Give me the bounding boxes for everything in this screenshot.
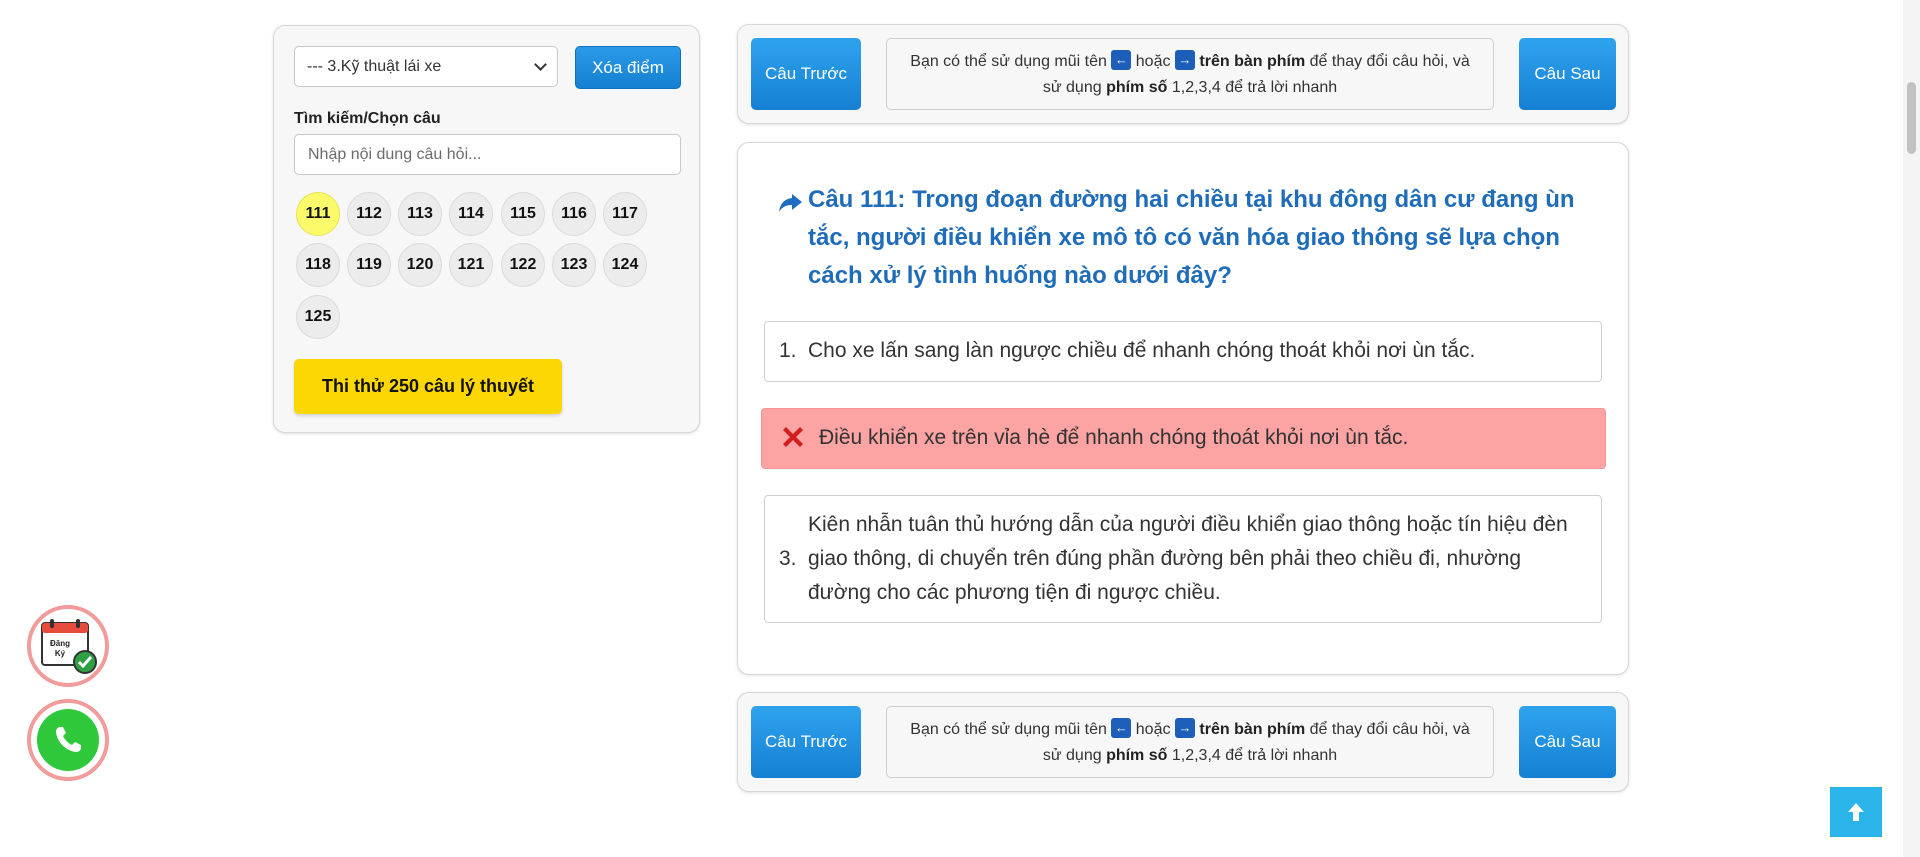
question-card: Câu 111: Trong đoạn đường hai chiều tại … bbox=[737, 142, 1629, 675]
page: --- 3.Kỹ thuật lái xe Xóa điểm Tìm kiếm/… bbox=[0, 0, 1920, 857]
question-number-123[interactable]: 123 bbox=[552, 243, 596, 287]
hint-text-1: Bạn có thể sử dụng mũi tên bbox=[910, 721, 1107, 738]
hint-text-2: để thay đổi câu hỏi, và bbox=[1309, 721, 1470, 738]
register-float-button[interactable]: Đăng Ký bbox=[27, 605, 109, 687]
question-number-114[interactable]: 114 bbox=[449, 192, 493, 236]
question-nav-top: Câu Trước Bạn có thể sử dụng mũi tên ← h… bbox=[737, 24, 1629, 124]
answer-text: Điều khiển xe trên vỉa hè để nhanh chóng… bbox=[819, 426, 1409, 449]
hint-or: hoặc bbox=[1135, 53, 1171, 70]
left-arrow-key-icon: ← bbox=[1111, 50, 1132, 71]
chevron-down-icon bbox=[534, 57, 547, 71]
right-arrow-key-icon: → bbox=[1174, 50, 1195, 71]
hint-text-2: để thay đổi câu hỏi, và bbox=[1309, 53, 1470, 70]
register-label: Đăng Ký bbox=[50, 639, 70, 658]
question-nav-bottom: Câu Trước Bạn có thể sử dụng mũi tên ← h… bbox=[737, 692, 1629, 792]
next-question-button[interactable]: Câu Sau bbox=[1519, 706, 1616, 778]
search-label: Tìm kiếm/Chọn câu bbox=[294, 110, 441, 127]
share-arrow-icon bbox=[779, 194, 802, 212]
hint-keyboard: trên bàn phím bbox=[1199, 721, 1306, 738]
answer-option-3[interactable]: 3. Kiên nhẫn tuân thủ hướng dẫn của ngườ… bbox=[764, 495, 1602, 623]
question-number-118[interactable]: 118 bbox=[296, 243, 340, 287]
page-scrollbar[interactable] bbox=[1903, 0, 1920, 857]
keyboard-hint: Bạn có thể sử dụng mũi tên ← hoặc → trên… bbox=[886, 706, 1494, 778]
phone-circle bbox=[37, 709, 99, 771]
clear-score-button[interactable]: Xóa điểm bbox=[575, 46, 681, 89]
question-number-111[interactable]: 111 bbox=[296, 192, 340, 236]
category-select-value: --- 3.Kỹ thuật lái xe bbox=[307, 57, 442, 75]
question-title: Câu 111: Trong đoạn đường hai chiều tại … bbox=[808, 186, 1575, 289]
answer-number: 3. bbox=[779, 547, 797, 570]
right-arrow-key-icon: → bbox=[1174, 718, 1195, 739]
answer-option-2-wrong[interactable]: Điều khiển xe trên vỉa hè để nhanh chóng… bbox=[761, 408, 1606, 469]
hint-numkeys: phím số bbox=[1106, 747, 1168, 764]
question-number-116[interactable]: 116 bbox=[552, 192, 596, 236]
arrow-up-icon bbox=[1848, 803, 1864, 821]
scrollbar-thumb[interactable] bbox=[1907, 82, 1916, 154]
question-number-112[interactable]: 112 bbox=[347, 192, 391, 236]
question-selector-panel: --- 3.Kỹ thuật lái xe Xóa điểm Tìm kiếm/… bbox=[273, 25, 700, 433]
question-number-117[interactable]: 117 bbox=[603, 192, 647, 236]
practice-test-button[interactable]: Thi thử 250 câu lý thuyết bbox=[294, 359, 562, 414]
hint-text-3: sử dụng bbox=[1042, 747, 1102, 764]
hint-text-1: Bạn có thể sử dụng mũi tên bbox=[910, 53, 1107, 70]
hint-numkeys: phím số bbox=[1106, 79, 1168, 96]
phone-icon bbox=[56, 727, 81, 752]
question-number-122[interactable]: 122 bbox=[501, 243, 545, 287]
category-select[interactable]: --- 3.Kỹ thuật lái xe bbox=[294, 46, 558, 87]
answer-option-1[interactable]: 1. Cho xe lấn sang làn ngược chiều để nh… bbox=[764, 321, 1602, 382]
hint-keyboard: trên bàn phím bbox=[1199, 53, 1306, 70]
search-input[interactable]: Nhập nội dung câu hỏi... bbox=[294, 134, 681, 175]
question-number-113[interactable]: 113 bbox=[398, 192, 442, 236]
answer-number: 1. bbox=[779, 339, 797, 362]
answer-text: Kiên nhẫn tuân thủ hướng dẫn của người đ… bbox=[808, 513, 1568, 604]
question-number-121[interactable]: 121 bbox=[449, 243, 493, 287]
question-number-115[interactable]: 115 bbox=[501, 192, 545, 236]
answer-text: Cho xe lấn sang làn ngược chiều để nhanh… bbox=[808, 339, 1476, 362]
question-number-120[interactable]: 120 bbox=[398, 243, 442, 287]
hint-or: hoặc bbox=[1135, 721, 1171, 738]
phone-float-button[interactable] bbox=[27, 699, 109, 781]
search-placeholder: Nhập nội dung câu hỏi... bbox=[308, 145, 482, 163]
next-question-button[interactable]: Câu Sau bbox=[1519, 38, 1616, 110]
hint-text-4: 1,2,3,4 để trả lời nhanh bbox=[1171, 747, 1338, 764]
question-number-119[interactable]: 119 bbox=[347, 243, 391, 287]
scroll-to-top-button[interactable] bbox=[1830, 787, 1882, 837]
previous-question-button[interactable]: Câu Trước bbox=[751, 706, 861, 778]
keyboard-hint: Bạn có thể sử dụng mũi tên ← hoặc → trên… bbox=[886, 38, 1494, 110]
hint-text-4: 1,2,3,4 để trả lời nhanh bbox=[1171, 79, 1338, 96]
question-number-124[interactable]: 124 bbox=[603, 243, 647, 287]
previous-question-button[interactable]: Câu Trước bbox=[751, 38, 861, 110]
wrong-x-icon bbox=[783, 427, 803, 447]
hint-text-3: sử dụng bbox=[1042, 79, 1102, 96]
question-number-125[interactable]: 125 bbox=[296, 295, 340, 339]
left-arrow-key-icon: ← bbox=[1111, 718, 1132, 739]
